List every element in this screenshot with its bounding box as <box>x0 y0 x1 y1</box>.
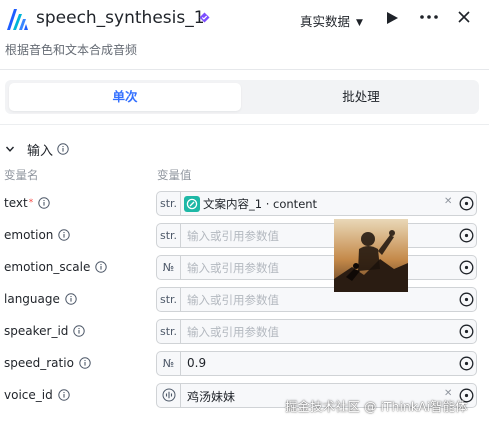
param-label: voice_id <box>4 388 70 402</box>
param-label: speed_ratio <box>4 356 91 370</box>
param-row-language: language str. 输入或引用参数值 <box>0 287 489 313</box>
param-value-field[interactable]: № 0.9 <box>156 351 477 376</box>
param-label: speaker_id <box>4 324 86 338</box>
info-icon <box>57 143 69 155</box>
param-input[interactable]: 输入或引用参数值 <box>187 260 279 276</box>
type-tag: str. <box>157 288 181 311</box>
data-mode-label: 真实数据 <box>300 14 351 29</box>
data-mode-select[interactable]: 真实数据 ▼ <box>300 11 363 30</box>
param-input[interactable]: 输入或引用参数值 <box>187 324 279 340</box>
app-logo-icon <box>7 9 28 30</box>
waveform-icon <box>162 388 175 402</box>
variable-picker-icon[interactable] <box>459 324 474 339</box>
variable-picker-icon[interactable] <box>459 228 474 243</box>
tab-batch[interactable]: 批处理 <box>245 83 477 111</box>
param-row-emotion: emotion str. 输入或引用参数值 <box>0 223 489 249</box>
run-mode-tabs: 单次 批处理 <box>5 80 479 114</box>
close-icon[interactable] <box>457 10 471 24</box>
param-value-field[interactable]: str. 输入或引用参数值 <box>156 287 477 312</box>
watermark-text: 掘金技术社区 @ iThinkAi智能体 <box>285 399 468 414</box>
play-icon[interactable] <box>384 10 400 26</box>
param-value[interactable]: 0.9 <box>187 356 206 370</box>
tab-single[interactable]: 单次 <box>9 83 241 111</box>
voice-type-tag <box>157 384 181 407</box>
param-row-speaker-id: speaker_id str. 输入或引用参数值 <box>0 319 489 345</box>
section-divider <box>0 124 489 125</box>
type-tag: № <box>157 256 181 279</box>
required-mark: * <box>28 198 34 208</box>
param-row-emotion-scale: emotion_scale № 输入或引用参数值 <box>0 255 489 281</box>
param-value-field[interactable]: str. 输入或引用参数值 <box>156 223 477 248</box>
verified-diamond-icon <box>199 12 210 23</box>
param-row-speed-ratio: speed_ratio № 0.9 <box>0 351 489 377</box>
col-header-name: 变量名 <box>4 168 39 182</box>
param-value-field[interactable]: str. 文案内容_1 · content ✕ <box>156 191 477 216</box>
type-tag: str. <box>157 192 181 215</box>
info-icon <box>73 325 86 337</box>
reference-chip[interactable]: 文案内容_1 · content <box>184 194 317 213</box>
param-value-field[interactable]: № 输入或引用参数值 <box>156 255 477 280</box>
type-tag: № <box>157 352 181 375</box>
variable-picker-icon[interactable] <box>459 260 474 275</box>
param-row-text: text * str. 文案内容_1 · content ✕ <box>0 191 489 217</box>
variable-picker-icon[interactable] <box>459 292 474 307</box>
node-title: speech_synthesis_1 <box>36 8 205 28</box>
param-name: language <box>4 292 60 306</box>
info-icon <box>79 357 91 369</box>
chevron-down-icon <box>5 146 15 152</box>
inputs-section-title: 输入 <box>27 143 54 159</box>
param-name: emotion <box>4 228 54 242</box>
param-value[interactable]: 鸡汤妹妹 <box>187 388 235 405</box>
info-icon <box>65 293 77 305</box>
param-name: emotion_scale <box>4 260 91 274</box>
reference-icon <box>184 195 200 212</box>
variable-picker-icon[interactable] <box>459 196 474 211</box>
clear-icon[interactable]: ✕ <box>444 196 452 207</box>
info-icon <box>95 261 108 273</box>
param-label: emotion_scale <box>4 260 108 274</box>
caret-down-icon: ▼ <box>356 18 363 28</box>
more-dots-icon[interactable] <box>418 9 440 25</box>
param-label: emotion <box>4 228 71 242</box>
type-tag: str. <box>157 320 181 343</box>
col-header-value: 变量值 <box>157 168 192 182</box>
climber-photo <box>334 219 408 292</box>
node-header: speech_synthesis_1 真实数据 ▼ 根据音色和文本合成音频 <box>0 0 489 70</box>
param-value-field[interactable]: str. 输入或引用参数值 <box>156 319 477 344</box>
node-description: 根据音色和文本合成音频 <box>5 43 138 57</box>
reference-label: 文案内容_1 · content <box>203 196 318 211</box>
variable-picker-icon[interactable] <box>459 356 474 371</box>
param-input[interactable]: 输入或引用参数值 <box>187 292 279 308</box>
inputs-section-header[interactable]: 输入 <box>5 140 69 159</box>
param-name: voice_id <box>4 388 53 402</box>
type-tag: str. <box>157 224 181 247</box>
param-input[interactable]: 输入或引用参数值 <box>187 228 279 244</box>
param-label: language <box>4 292 77 306</box>
param-name: text <box>4 196 28 210</box>
param-name: speed_ratio <box>4 356 74 370</box>
info-icon <box>38 197 50 209</box>
info-icon <box>58 229 71 241</box>
info-icon <box>58 389 70 401</box>
param-name: speaker_id <box>4 324 69 338</box>
param-label: text * <box>4 196 50 210</box>
